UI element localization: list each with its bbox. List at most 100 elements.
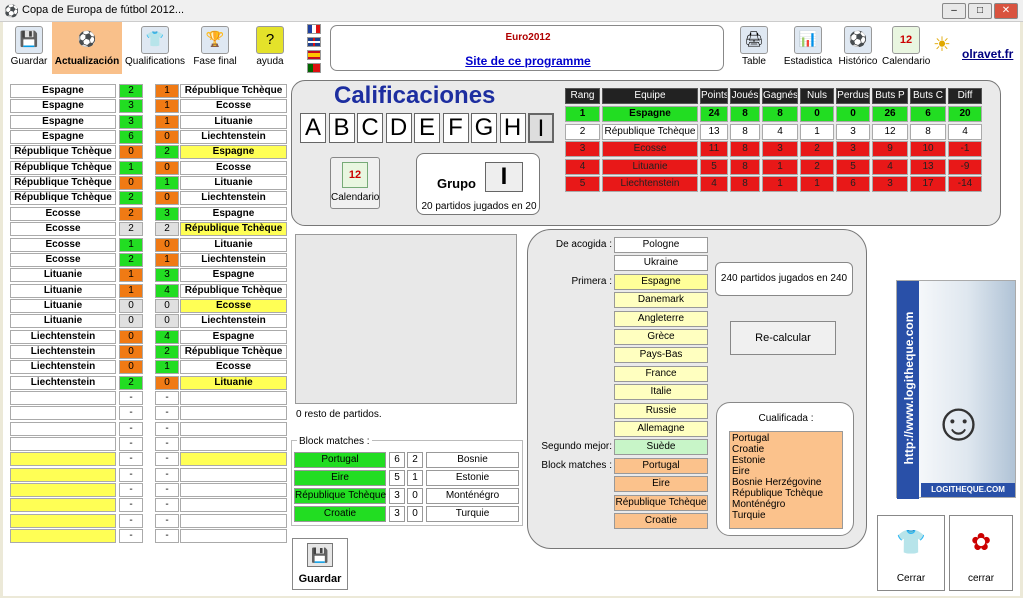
match-home-score[interactable]: 0 xyxy=(119,329,143,344)
match-away-score[interactable]: 0 xyxy=(155,160,179,175)
qualified-list-item[interactable]: Eire xyxy=(732,466,840,477)
save-button[interactable]: 💾 Guardar xyxy=(292,538,348,590)
match-away-score[interactable]: 2 xyxy=(155,222,179,237)
match-home-score[interactable]: 0 xyxy=(119,145,143,160)
match-away-score[interactable]: - xyxy=(155,483,179,498)
qualified-listbox[interactable]: Portugal Croatie Estonie Eire Bosnie Herzégo… xyxy=(729,431,843,529)
qualified-list-item[interactable]: Croatie xyxy=(732,444,840,455)
group-letter-h[interactable]: H xyxy=(499,113,526,143)
match-home-score[interactable]: - xyxy=(119,529,143,544)
calendar-button[interactable]: 12 Calendario xyxy=(330,157,380,209)
close-shirt-button[interactable]: 👕 Cerrar xyxy=(877,515,945,591)
match-away-score[interactable]: 1 xyxy=(155,114,179,129)
flag-es-icon[interactable] xyxy=(307,50,321,60)
qualified-list-item[interactable]: Estonie xyxy=(732,455,840,466)
table-tool-button[interactable]: 🖨 Table xyxy=(730,22,778,74)
logitheque-banner[interactable]: http://www.logitheque.com ☺ LOGITHEQUE.C… xyxy=(896,280,1016,499)
match-away-score[interactable]: 1 xyxy=(155,176,179,191)
match-home-score[interactable]: - xyxy=(119,421,143,436)
qualified-list-item[interactable]: République Tchèque xyxy=(732,488,840,499)
match-home-score[interactable]: 2 xyxy=(119,206,143,221)
match-home-score[interactable]: 1 xyxy=(119,268,143,283)
match-home-score[interactable]: 1 xyxy=(119,160,143,175)
qualified-list-item[interactable]: Turquie xyxy=(732,510,840,521)
match-home-score[interactable]: 2 xyxy=(119,191,143,206)
match-away-score[interactable]: 2 xyxy=(155,344,179,359)
match-home-score[interactable]: 2 xyxy=(119,222,143,237)
match-away-score[interactable]: - xyxy=(155,391,179,405)
match-home-score[interactable]: - xyxy=(119,483,143,498)
match-home-score[interactable]: - xyxy=(119,467,143,482)
match-away-score[interactable]: - xyxy=(155,406,179,421)
group-letter-a[interactable]: A xyxy=(300,113,326,143)
help-tool-button[interactable]: ? ayuda xyxy=(244,22,296,74)
match-away-score[interactable]: 0 xyxy=(155,298,179,313)
match-home-score[interactable]: 0 xyxy=(119,360,143,375)
match-away-score[interactable]: - xyxy=(155,529,179,544)
match-away-score[interactable]: 1 xyxy=(155,99,179,114)
flag-pt-icon[interactable] xyxy=(307,63,321,73)
match-home-score[interactable]: - xyxy=(119,452,143,467)
match-home-score[interactable]: 0 xyxy=(119,176,143,191)
match-away-score[interactable]: 1 xyxy=(155,84,179,98)
group-letter-f[interactable]: F xyxy=(442,113,469,143)
match-away-score[interactable]: 3 xyxy=(155,206,179,221)
qualified-list-item[interactable]: Monténégro xyxy=(732,499,840,510)
match-away-score[interactable]: - xyxy=(155,437,179,452)
match-home-score[interactable]: 3 xyxy=(119,114,143,129)
match-away-score[interactable]: 4 xyxy=(155,283,179,298)
group-letter-c[interactable]: C xyxy=(357,113,383,143)
close-logo-button[interactable]: ✿ cerrar xyxy=(949,515,1013,591)
match-away-score[interactable]: 0 xyxy=(155,130,179,145)
match-away-score[interactable]: 0 xyxy=(155,191,179,206)
flag-fr-icon[interactable] xyxy=(307,24,321,34)
match-home-score[interactable]: 0 xyxy=(119,314,143,329)
match-home-score[interactable]: - xyxy=(119,391,143,405)
match-home-score[interactable]: 1 xyxy=(119,237,143,252)
match-home-score[interactable]: 2 xyxy=(119,252,143,267)
match-home-score[interactable]: 6 xyxy=(119,130,143,145)
match-away-score[interactable]: - xyxy=(155,467,179,482)
match-away-score[interactable]: 1 xyxy=(155,360,179,375)
match-away-score[interactable]: - xyxy=(155,498,179,513)
save-tool-button[interactable]: 💾 Guardar xyxy=(8,22,50,74)
match-away-score[interactable]: 2 xyxy=(155,145,179,160)
final-phase-tool-button[interactable]: 🏆 Fase final xyxy=(188,22,242,74)
match-away-score[interactable]: 0 xyxy=(155,314,179,329)
match-home-score[interactable]: - xyxy=(119,437,143,452)
match-away-score[interactable]: 3 xyxy=(155,268,179,283)
match-home-score[interactable]: 0 xyxy=(119,298,143,313)
match-home-score[interactable]: 1 xyxy=(119,283,143,298)
group-letter-b[interactable]: B xyxy=(328,113,355,143)
qualified-list-item[interactable]: Portugal xyxy=(732,433,840,444)
program-site-link[interactable]: Site de ce programme xyxy=(331,54,725,68)
match-home-score[interactable]: 0 xyxy=(119,344,143,359)
match-home-score[interactable]: 3 xyxy=(119,99,143,114)
recalculate-button[interactable]: Re-calcular xyxy=(730,321,836,355)
update-tool-button[interactable]: ⚽ Actualización xyxy=(52,22,122,74)
match-home-score[interactable]: 2 xyxy=(119,84,143,98)
match-away-score[interactable]: 1 xyxy=(155,252,179,267)
statistics-tool-button[interactable]: 📊 Estadistica xyxy=(782,22,834,74)
history-tool-button[interactable]: ⚽ Histórico xyxy=(836,22,880,74)
close-button[interactable]: ✕ xyxy=(994,3,1018,19)
match-away-score[interactable]: - xyxy=(155,421,179,436)
group-letter-i[interactable]: I xyxy=(528,113,554,143)
flag-uk-icon[interactable] xyxy=(307,37,321,47)
match-home-score[interactable]: 2 xyxy=(119,375,143,390)
match-away-score[interactable]: - xyxy=(155,452,179,467)
match-away-score[interactable]: 0 xyxy=(155,375,179,390)
group-letter-d[interactable]: D xyxy=(385,113,412,143)
match-away-score[interactable]: 0 xyxy=(155,237,179,252)
calendar-tool-button[interactable]: 12 Calendario xyxy=(882,22,930,74)
match-home-score[interactable]: - xyxy=(119,513,143,528)
group-letter-g[interactable]: G xyxy=(471,113,497,143)
match-home-score[interactable]: - xyxy=(119,406,143,421)
qualifications-tool-button[interactable]: 👕 Qualifications xyxy=(124,22,186,74)
maximize-button[interactable]: □ xyxy=(968,3,992,19)
minimize-button[interactable]: – xyxy=(942,3,966,19)
group-letter-e[interactable]: E xyxy=(414,113,440,143)
match-home-score[interactable]: - xyxy=(119,498,143,513)
match-away-score[interactable]: 4 xyxy=(155,329,179,344)
qualified-list-item[interactable]: Bosnie Herzégovine xyxy=(732,477,840,488)
